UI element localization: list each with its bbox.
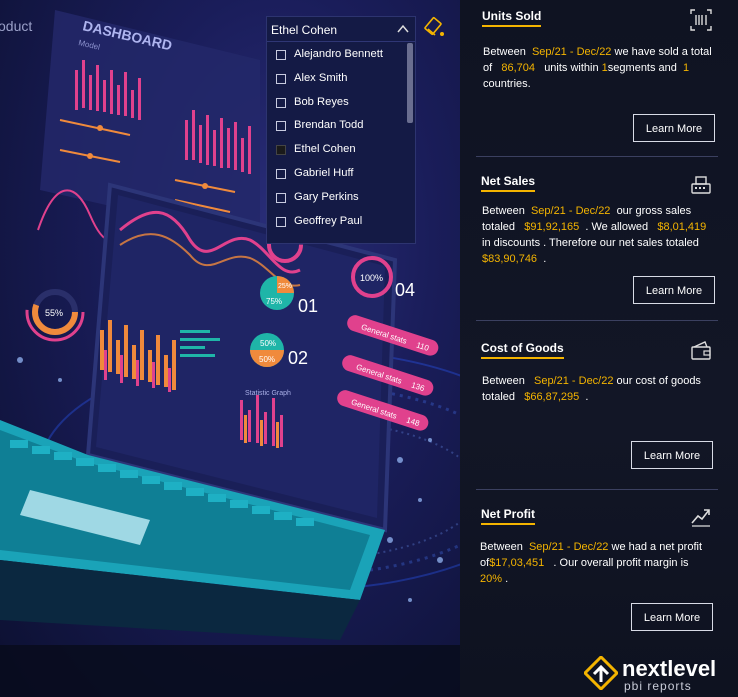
net-sales-text: Between Sep/21 - Dec/22 our gross sales … bbox=[482, 205, 707, 265]
donut-55-label: 55% bbox=[45, 308, 63, 318]
slicer-item[interactable]: Bob Reyes bbox=[267, 93, 405, 117]
eraser-icon[interactable] bbox=[424, 16, 446, 38]
units-sold-period: Sep/21 - Dec/22 bbox=[531, 46, 612, 58]
units-sold-value: 86,704 bbox=[501, 62, 536, 74]
slicer-item[interactable]: Gary Perkins bbox=[267, 188, 405, 212]
cash-register-icon bbox=[691, 176, 711, 194]
checkbox[interactable] bbox=[276, 50, 286, 60]
net-sales-title: Net Sales bbox=[481, 174, 536, 192]
logo-subtitle: pbi reports bbox=[624, 679, 692, 693]
pct-50-top-label: 50% bbox=[260, 339, 276, 348]
units-sold-text: Between Sep/21 - Dec/22 we have sold a t… bbox=[483, 46, 712, 90]
checkbox-checked[interactable] bbox=[276, 145, 286, 156]
cost-of-goods-text: Between Sep/21 - Dec/22 our cost of good… bbox=[482, 375, 701, 403]
discounts-value: $8,01,419 bbox=[657, 221, 707, 233]
net-profit-period: Sep/21 - Dec/22 bbox=[528, 541, 609, 553]
checkbox[interactable] bbox=[276, 97, 286, 108]
barcode-scan-icon bbox=[690, 9, 712, 31]
cost-of-goods-title: Cost of Goods bbox=[481, 341, 564, 359]
slicer-item-label: Alejandro Bennett bbox=[294, 48, 383, 60]
divider bbox=[476, 320, 718, 321]
slicer-item-label: Gabriel Huff bbox=[294, 166, 354, 179]
cost-of-goods-learn-more-button[interactable]: Learn More bbox=[631, 441, 713, 469]
pct-50-bottom-label: 50% bbox=[259, 355, 275, 364]
slicer-header[interactable]: Ethel Cohen bbox=[267, 17, 415, 42]
net-profit-text: Between Sep/21 - Dec/22 we had a net pro… bbox=[480, 541, 703, 585]
product-label: oduct bbox=[0, 18, 33, 34]
slicer-item[interactable]: Alejandro Bennett bbox=[267, 45, 405, 69]
checkbox[interactable] bbox=[276, 121, 286, 132]
slicer-item[interactable]: Brendan Todd bbox=[267, 116, 405, 140]
slicer-item-label: Bob Reyes bbox=[294, 95, 349, 108]
checkbox[interactable] bbox=[276, 216, 286, 227]
slicer-scrollbar[interactable] bbox=[407, 43, 413, 123]
num-01-label: 01 bbox=[298, 296, 318, 316]
wallet-icon bbox=[691, 341, 711, 360]
units-sold-learn-more-button[interactable]: Learn More bbox=[633, 114, 715, 142]
net-sales-period: Sep/21 - Dec/22 bbox=[530, 205, 611, 217]
statistic-graph-label: Statistic Graph bbox=[245, 390, 291, 397]
chevron-up-icon[interactable] bbox=[397, 23, 409, 37]
person-slicer-dropdown[interactable]: Ethel Cohen Alejandro Bennett Alex Smith… bbox=[266, 16, 416, 244]
trend-up-icon bbox=[691, 509, 710, 527]
cost-of-goods-value: $66,87,295 bbox=[524, 391, 580, 403]
slicer-selected-value: Ethel Cohen bbox=[271, 23, 338, 37]
logo-mark-icon bbox=[584, 656, 618, 690]
slicer-item-label: Geoffrey Paul bbox=[294, 214, 363, 227]
slicer-list: Alejandro Bennett Alex Smith Bob Reyes B… bbox=[267, 45, 405, 235]
checkbox[interactable] bbox=[276, 168, 286, 179]
pct-100-label: 100% bbox=[360, 273, 383, 283]
nextlevel-logo: nextlevel pbi reports bbox=[584, 656, 732, 693]
net-profit-title: Net Profit bbox=[481, 507, 535, 525]
cost-of-goods-period: Sep/21 - Dec/22 bbox=[533, 375, 614, 387]
checkbox[interactable] bbox=[276, 73, 286, 84]
units-sold-title: Units Sold bbox=[482, 9, 542, 27]
num-02-label: 02 bbox=[288, 348, 308, 368]
divider bbox=[476, 156, 718, 157]
slicer-item[interactable]: Gabriel Huff bbox=[267, 164, 405, 188]
gross-sales-value: $91,92,165 bbox=[524, 221, 580, 233]
pct-75-label: 75% bbox=[266, 297, 282, 306]
divider bbox=[476, 489, 718, 490]
slicer-item-label: Alex Smith bbox=[294, 71, 348, 84]
slicer-item-label: Gary Perkins bbox=[294, 190, 359, 203]
pct-25-label: 25% bbox=[278, 283, 292, 290]
profit-margin-value: 20% bbox=[480, 573, 503, 585]
net-profit-value: $17,03,451 bbox=[489, 557, 545, 569]
net-profit-learn-more-button[interactable]: Learn More bbox=[631, 603, 713, 631]
slicer-item-label: Brendan Todd bbox=[294, 119, 364, 132]
net-sales-learn-more-button[interactable]: Learn More bbox=[633, 276, 715, 304]
net-sales-value: $83,90,746 bbox=[482, 253, 538, 265]
num-04-label: 04 bbox=[395, 280, 415, 300]
checkbox[interactable] bbox=[276, 192, 286, 203]
slicer-item[interactable]: Ethel Cohen bbox=[267, 140, 405, 164]
slicer-item-label: Ethel Cohen bbox=[294, 143, 356, 156]
slicer-item[interactable]: Geoffrey Paul bbox=[267, 212, 405, 236]
slicer-item[interactable]: Alex Smith bbox=[267, 69, 405, 93]
countries-value: 1 bbox=[683, 62, 690, 74]
